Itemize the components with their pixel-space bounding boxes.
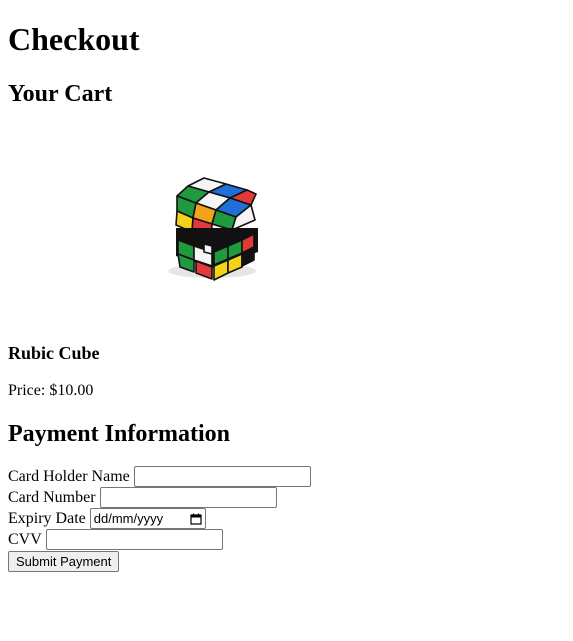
cvv-input[interactable] bbox=[45, 529, 223, 550]
submit-row: Submit Payment bbox=[8, 550, 311, 572]
expiry-date-input[interactable]: dd/mm/yyyy bbox=[89, 508, 206, 529]
cart-heading: Your Cart bbox=[8, 81, 113, 107]
payment-heading: Payment Information bbox=[8, 421, 230, 447]
expiry-placeholder: dd/mm/yyyy bbox=[93, 511, 164, 526]
payment-form: Card Holder Name Card Number Expiry Date… bbox=[8, 466, 311, 572]
product-name: Rubic Cube bbox=[8, 343, 100, 363]
product-price: Price: $10.00 bbox=[8, 382, 94, 399]
expiry-row: Expiry Date dd/mm/yyyy bbox=[8, 508, 311, 529]
card-holder-input[interactable] bbox=[133, 466, 311, 487]
calendar-icon[interactable] bbox=[190, 513, 202, 525]
checkout-page: Checkout Your Cart Rubic Cube Price: $10… bbox=[0, 0, 573, 641]
card-number-row: Card Number bbox=[8, 487, 311, 508]
submit-payment-button[interactable]: Submit Payment bbox=[8, 550, 120, 572]
card-number-label: Card Number bbox=[8, 488, 96, 506]
cvv-row: CVV bbox=[8, 529, 311, 550]
product-image bbox=[168, 177, 258, 281]
card-holder-label: Card Holder Name bbox=[8, 467, 130, 485]
cvv-label: CVV bbox=[8, 530, 42, 548]
card-holder-row: Card Holder Name bbox=[8, 466, 311, 487]
page-title: Checkout bbox=[8, 21, 140, 57]
expiry-label: Expiry Date bbox=[8, 509, 86, 527]
card-number-input[interactable] bbox=[99, 487, 277, 508]
